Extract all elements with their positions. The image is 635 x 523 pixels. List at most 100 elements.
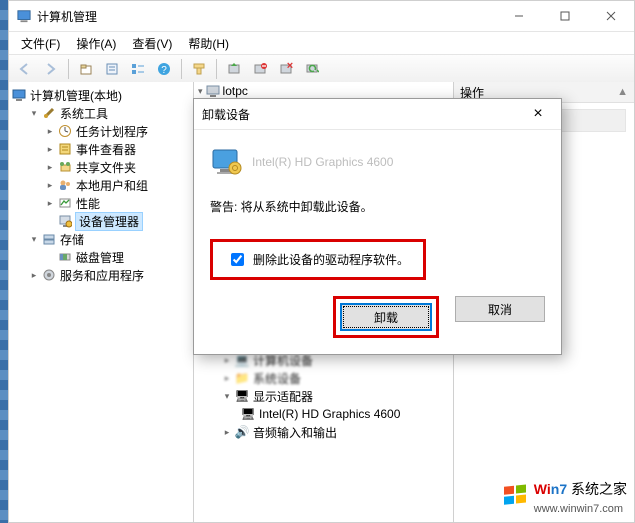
dialog-title: 卸载设备	[202, 106, 523, 123]
tool-separator	[68, 59, 69, 79]
tool-back	[13, 58, 37, 80]
tree-label: 共享文件夹	[76, 159, 136, 176]
chevron-right-icon: ▸	[43, 198, 57, 209]
tree-event-viewer[interactable]: ▸ 事件查看器	[11, 140, 193, 158]
menu-view[interactable]: 查看(V)	[124, 33, 180, 54]
tool-props[interactable]	[100, 58, 124, 80]
tree-label: 磁盘管理	[76, 249, 124, 266]
tree-root[interactable]: 计算机管理(本地)	[11, 86, 193, 104]
chevron-right-icon: ▸	[43, 180, 57, 191]
dev-cat-display[interactable]: 显示适配器	[253, 388, 313, 405]
tools-icon	[41, 105, 57, 121]
watermark-text: 系统之家	[571, 481, 627, 497]
nav-tree-pane: 计算机管理(本地) ▾ 系统工具 ▸ 任务计划程序 ▸	[9, 82, 194, 522]
tree-system-tools[interactable]: ▾ 系统工具	[11, 104, 193, 122]
gpu-icon: 🖥	[240, 407, 256, 421]
tool-separator	[181, 59, 182, 79]
tree-disk-management[interactable]: 磁盘管理	[11, 248, 193, 266]
tool-separator	[216, 59, 217, 79]
tree-task-scheduler[interactable]: ▸ 任务计划程序	[11, 122, 193, 140]
titlebar: 计算机管理	[9, 1, 634, 32]
collapse-icon[interactable]: ▲	[617, 86, 628, 98]
delete-driver-highlight: 删除此设备的驱动程序软件。	[210, 239, 426, 280]
disk-icon	[57, 249, 73, 265]
tool-up[interactable]	[74, 58, 98, 80]
watermark-url: www.winwin7.com	[534, 503, 623, 515]
windows-logo-icon	[502, 483, 530, 511]
tree-label: 事件查看器	[76, 141, 136, 158]
chevron-down-icon: ▾	[198, 86, 203, 97]
chevron-right-icon: ▸	[43, 144, 57, 155]
users-icon	[57, 177, 73, 193]
minimize-button[interactable]	[496, 1, 542, 31]
computer-icon	[206, 84, 220, 98]
tool-list[interactable]	[126, 58, 150, 80]
tree-label: 存储	[60, 231, 84, 248]
tree-label: 计算机管理(本地)	[30, 87, 122, 104]
tree-label: 服务和应用程序	[60, 267, 144, 284]
tool-forward	[39, 58, 63, 80]
tool-device-update[interactable]	[222, 58, 246, 80]
menu-help[interactable]: 帮助(H)	[180, 33, 237, 54]
chevron-right-icon: ▸	[27, 270, 41, 281]
dev-cat[interactable]: 系统设备	[253, 370, 301, 387]
chevron-right-icon: ▸	[43, 126, 57, 137]
storage-icon	[41, 231, 57, 247]
audio-icon: 🔊	[234, 425, 250, 439]
svg-text:?: ?	[161, 65, 167, 76]
uninstall-button-highlight: 卸载	[333, 296, 439, 338]
watermark-brand-2: n7	[551, 481, 567, 497]
chevron-down-icon: ▾	[27, 234, 41, 245]
tool-device-uninstall[interactable]: ×	[274, 58, 298, 80]
menu-action[interactable]: 操作(A)	[68, 33, 124, 54]
tree-label: 本地用户和组	[76, 177, 148, 194]
dialog-warning: 警告: 将从系统中卸载此设备。	[210, 198, 545, 215]
cancel-button[interactable]: 取消	[455, 296, 545, 322]
delete-driver-checkbox-label[interactable]: 删除此设备的驱动程序软件。	[227, 250, 409, 269]
close-button[interactable]	[588, 1, 634, 31]
tool-scan-hardware[interactable]	[300, 58, 324, 80]
services-icon	[41, 267, 57, 283]
window-title: 计算机管理	[37, 8, 496, 25]
svg-text:×: ×	[287, 62, 293, 72]
chevron-right-icon[interactable]: ▸	[220, 427, 234, 438]
tree-label: 性能	[76, 195, 100, 212]
tree-shared-folders[interactable]: ▸ 共享文件夹	[11, 158, 193, 176]
tree-label: 任务计划程序	[76, 123, 148, 140]
app-icon	[17, 9, 31, 23]
device-manager-icon	[57, 213, 73, 229]
tree-services-apps[interactable]: ▸ 服务和应用程序	[11, 266, 193, 284]
watermark-brand-1: Wi	[534, 481, 551, 497]
display-device-icon	[210, 146, 242, 178]
chevron-down-icon: ▾	[27, 108, 41, 119]
computer-icon	[11, 87, 27, 103]
checkbox-text: 删除此设备的驱动程序软件。	[253, 251, 409, 268]
left-ruler	[0, 0, 8, 523]
tree-performance[interactable]: ▸ 性能	[11, 194, 193, 212]
share-icon	[57, 159, 73, 175]
uninstall-button[interactable]: 卸载	[340, 303, 432, 331]
uninstall-device-dialog: 卸载设备 × Intel(R) HD Graphics 4600 警告: 将从系…	[193, 98, 562, 355]
perf-icon	[57, 195, 73, 211]
tree-local-users[interactable]: ▸ 本地用户和组	[11, 176, 193, 194]
watermark: Win7 系统之家 www.winwin7.com	[502, 479, 627, 515]
dialog-close-button[interactable]: ×	[523, 104, 553, 124]
tree-label: 设备管理器	[76, 213, 142, 230]
delete-driver-checkbox[interactable]	[231, 253, 244, 266]
event-icon	[57, 141, 73, 157]
tree-device-manager[interactable]: 设备管理器	[11, 212, 193, 230]
tool-device-disable[interactable]	[248, 58, 272, 80]
tree-storage[interactable]: ▾ 存储	[11, 230, 193, 248]
menu-file[interactable]: 文件(F)	[13, 33, 68, 54]
tree-label: 系统工具	[60, 105, 108, 122]
dev-gpu[interactable]: Intel(R) HD Graphics 4600	[259, 407, 400, 421]
dialog-device-name: Intel(R) HD Graphics 4600	[252, 155, 393, 169]
dev-cat-audio[interactable]: 音频输入和输出	[253, 424, 337, 441]
chevron-down-icon[interactable]: ▾	[220, 391, 234, 402]
computer-name: lotpc	[223, 84, 248, 98]
menubar: 文件(F) 操作(A) 查看(V) 帮助(H)	[9, 32, 634, 55]
tool-help[interactable]: ?	[152, 58, 176, 80]
tool-filter[interactable]	[187, 58, 211, 80]
maximize-button[interactable]	[542, 1, 588, 31]
display-adapter-icon: 🖥	[234, 389, 250, 403]
